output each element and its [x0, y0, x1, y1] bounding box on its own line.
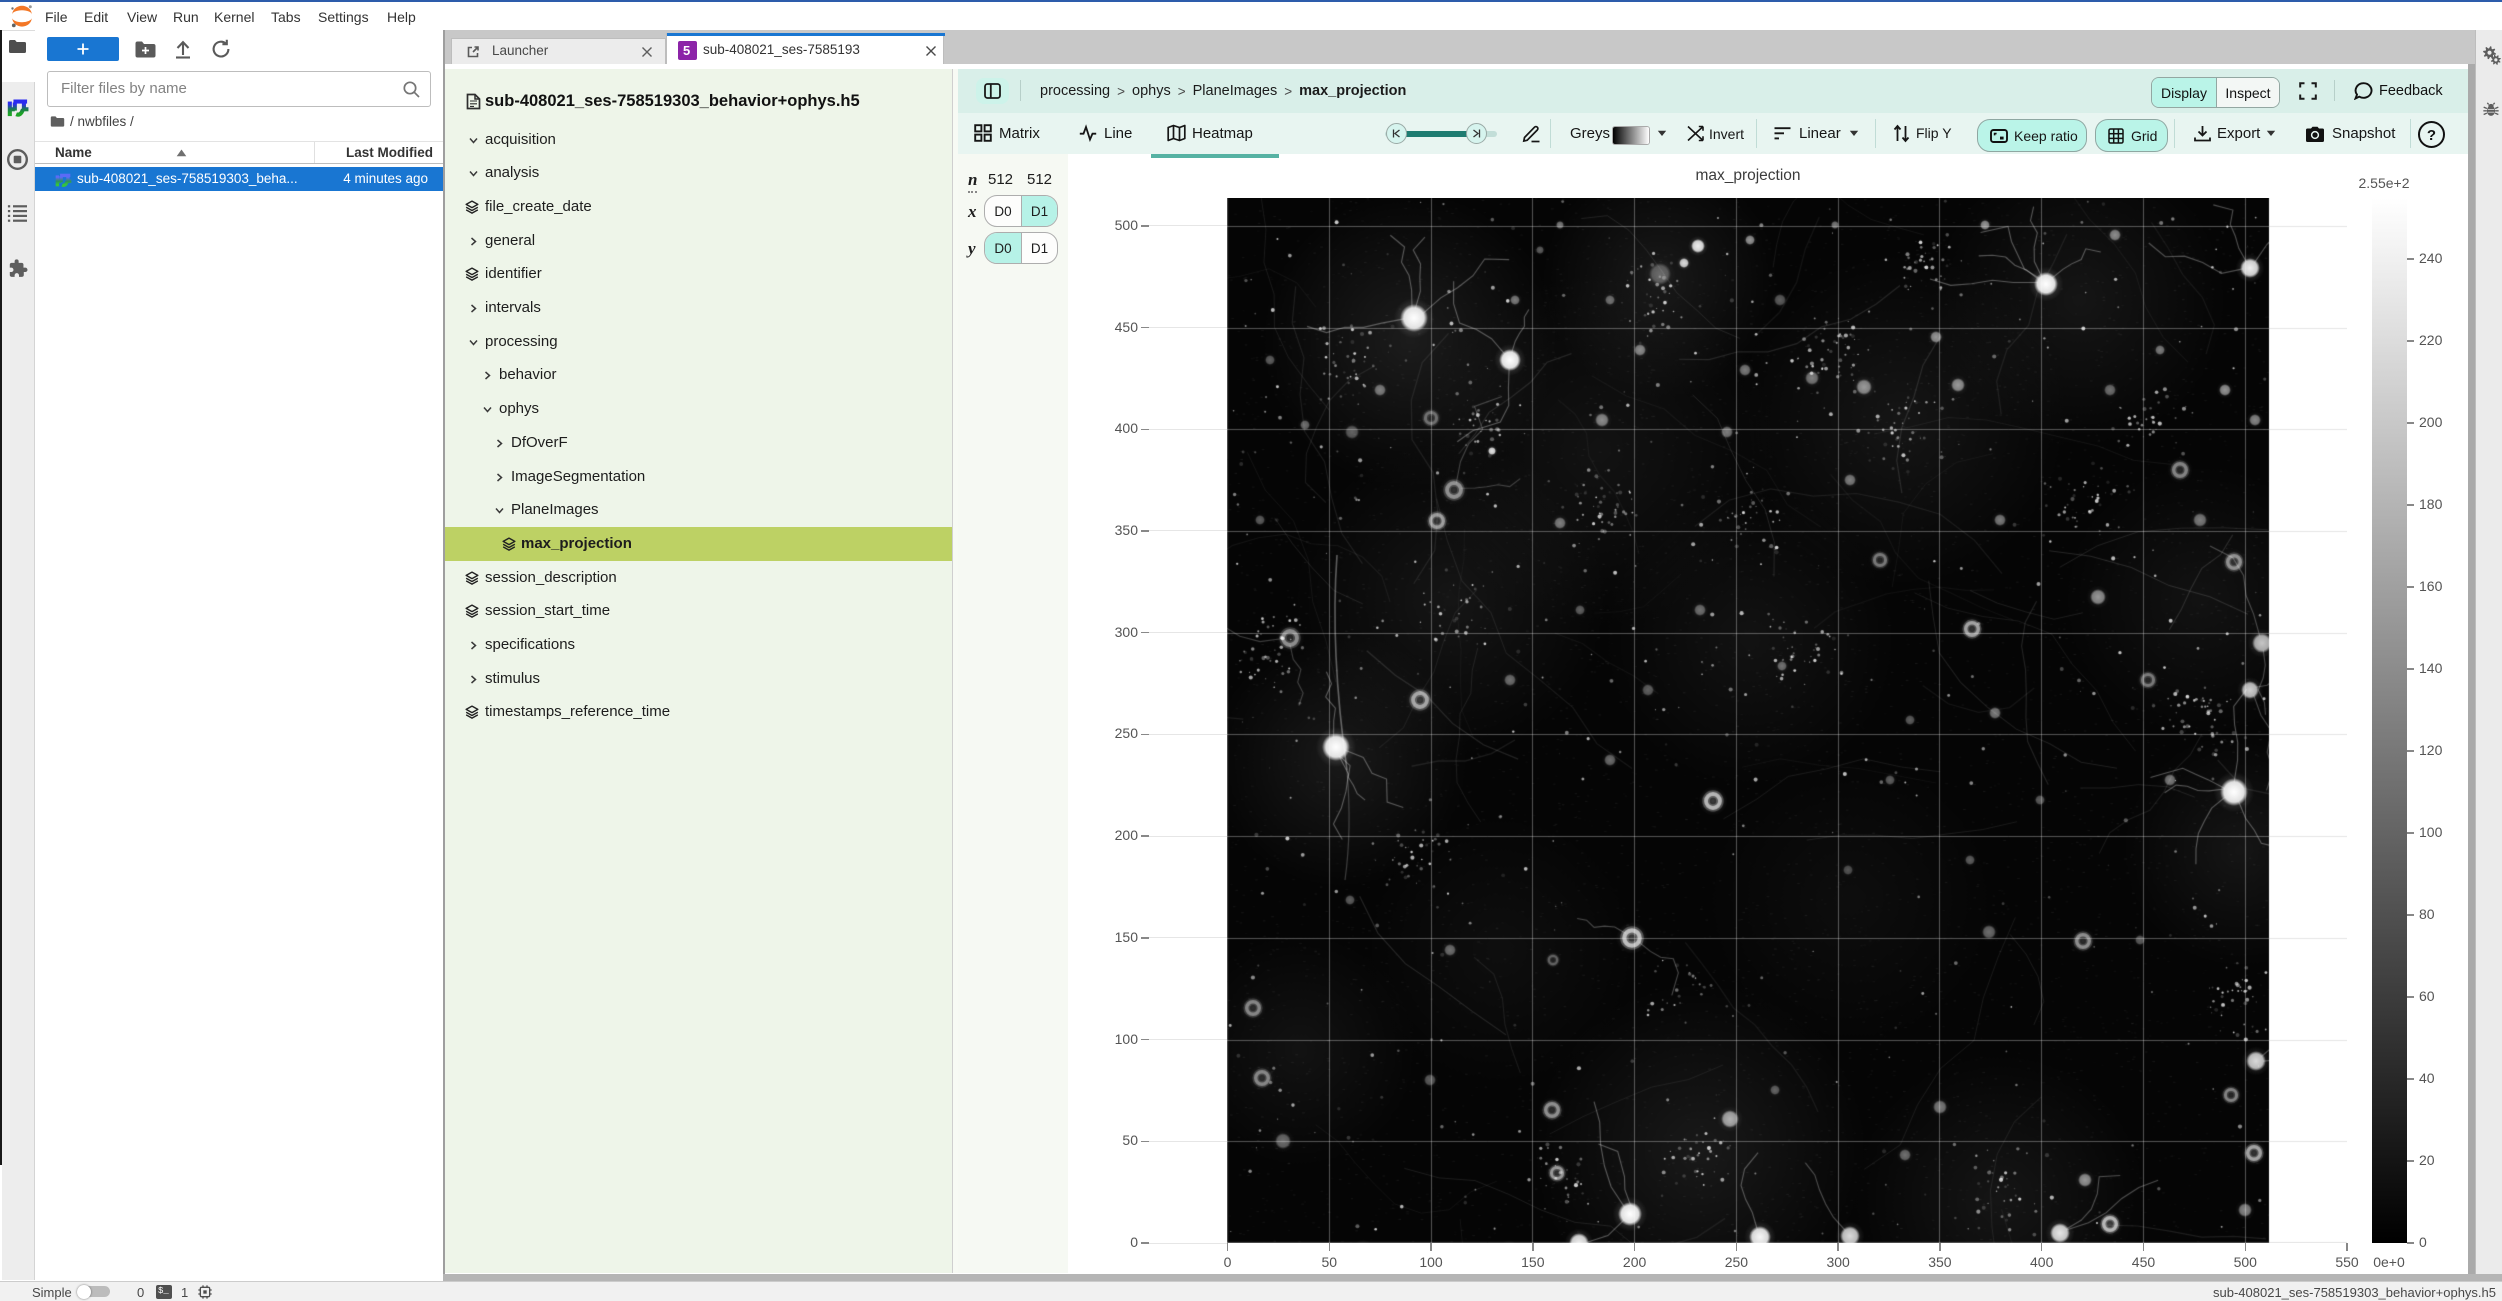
svg-text:?: ?	[2427, 127, 2436, 144]
